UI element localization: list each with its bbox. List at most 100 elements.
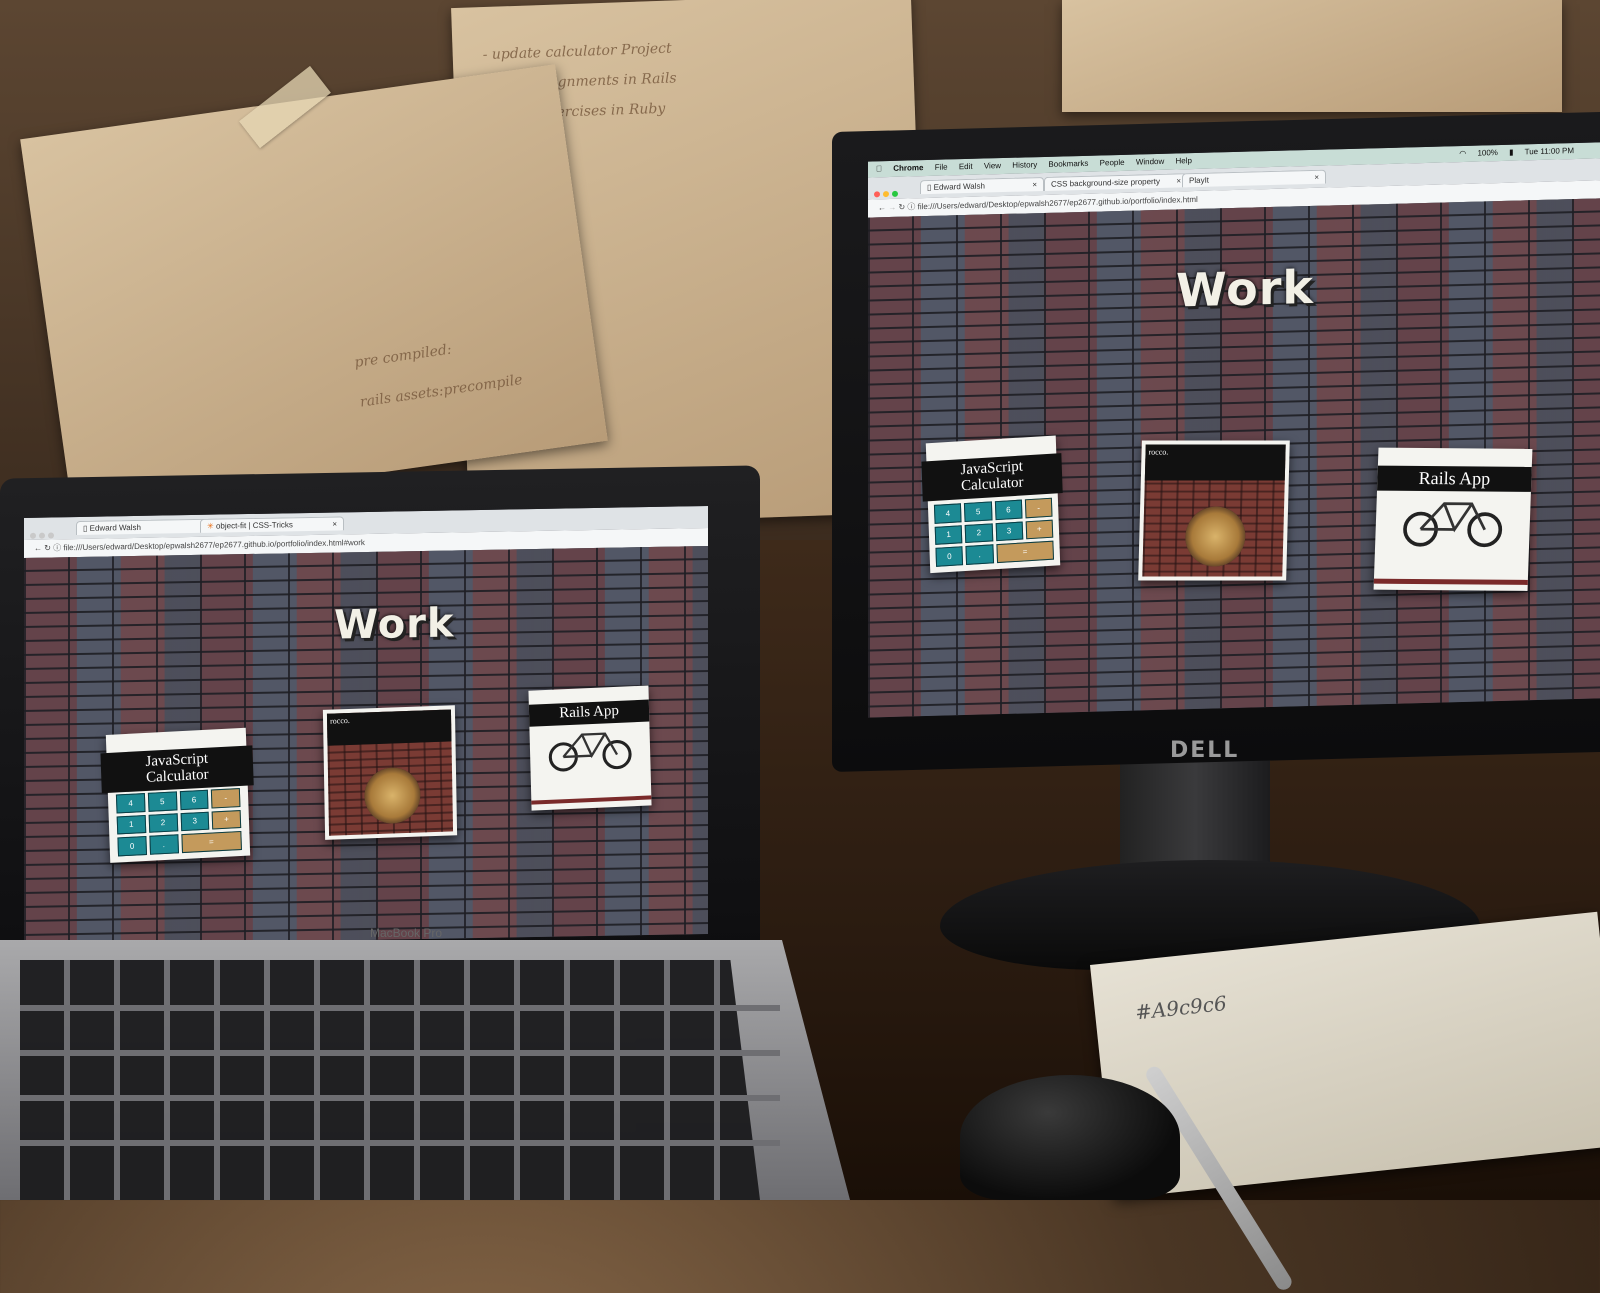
calc-key: 2	[148, 812, 178, 834]
window-zoom-button[interactable]	[48, 532, 54, 539]
calc-key: 2	[964, 523, 993, 544]
menu-bookmarks[interactable]: Bookmarks	[1048, 159, 1088, 169]
calculator-keypad: 4 5 6 - 1 2 3 + 0 . =	[115, 788, 242, 857]
menubar-clock[interactable]: Tue 11:00 PM	[1525, 146, 1574, 156]
window-minimize-button[interactable]	[883, 191, 889, 198]
calc-key: =	[180, 831, 242, 854]
menu-people[interactable]: People	[1100, 158, 1125, 168]
calc-key: 1	[116, 814, 147, 835]
calc-key: .	[965, 544, 994, 565]
calc-key: 1	[934, 524, 963, 546]
battery-icon[interactable]: ▮	[1509, 148, 1513, 157]
rocco-logo: rocco.	[326, 709, 452, 746]
window-close-button[interactable]	[30, 532, 36, 539]
card-title: Rails App	[1377, 465, 1532, 492]
tab-close-icon[interactable]: ×	[1314, 173, 1319, 182]
tab-label: object-fit | CSS-Tricks	[215, 520, 293, 531]
calc-key: 0	[117, 836, 147, 857]
monitor-brand-logo: DELL	[1170, 738, 1240, 763]
menu-app-chrome[interactable]: Chrome	[893, 163, 923, 173]
keyboard-row-gap	[20, 1050, 780, 1056]
bicycle-image	[1403, 502, 1503, 548]
keyboard-row-gap	[20, 1095, 780, 1101]
wall-paper-note-left: pre compiled: rails assets:precompile	[20, 64, 608, 516]
css-tricks-icon: ✳	[207, 521, 214, 531]
laptop-brand-label: MacBook Pro	[370, 926, 443, 940]
tab-object-fit[interactable]: ✳ object-fit | CSS-Tricks ×	[200, 516, 344, 533]
pizza-image	[363, 766, 421, 825]
calc-key: =	[995, 540, 1055, 564]
back-icon[interactable]: ←	[878, 203, 886, 212]
menu-history[interactable]: History	[1012, 160, 1037, 170]
brick-background: Work JavaScript Calculator 4 5 6 - 1 2 3…	[868, 198, 1600, 718]
calc-key: -	[211, 788, 241, 809]
tab-close-icon[interactable]: ×	[1176, 176, 1181, 185]
calc-key: 5	[964, 501, 993, 522]
tab-playit[interactable]: PlayIt ×	[1182, 169, 1326, 188]
brick-background: Work JavaScript Calculator 4 5 6 - 1 2 3…	[24, 546, 708, 946]
rocco-thumbnail: rocco.	[1142, 444, 1286, 577]
wall-note-line: rails assets:precompile	[359, 371, 524, 411]
rails-app-project-card[interactable]: Rails App	[1373, 447, 1533, 591]
menu-window[interactable]: Window	[1136, 157, 1164, 167]
window-minimize-button[interactable]	[39, 532, 45, 539]
reload-icon[interactable]: ↻	[44, 543, 51, 552]
wall-note-line: - update calculator Project	[482, 40, 672, 64]
rails-app-project-card[interactable]: Rails App	[528, 685, 652, 811]
window-close-button[interactable]	[874, 191, 880, 198]
url-text[interactable]: file:///Users/edward/Desktop/epwalsh2677…	[918, 195, 1198, 211]
tab-label: Edward Walsh	[89, 522, 141, 533]
reload-icon[interactable]: ↻	[898, 203, 905, 212]
bicycle-image	[548, 732, 632, 772]
monitor-screen:  Chrome File Edit View History Bookmark…	[868, 142, 1600, 718]
calc-key: 5	[147, 791, 178, 812]
calc-key: -	[1024, 497, 1053, 519]
apple-icon[interactable]: 	[876, 164, 882, 173]
window-zoom-button[interactable]	[892, 190, 898, 197]
keyboard-row-gap	[20, 1005, 780, 1011]
rocco-logo: rocco.	[1144, 444, 1286, 481]
info-icon[interactable]: ⓘ	[907, 202, 915, 211]
keyboard-row-gap	[20, 1140, 780, 1146]
calc-key: 3	[180, 811, 210, 832]
tab-label: Edward Walsh	[933, 181, 985, 192]
rocco-project-card[interactable]: rocco.	[1138, 440, 1290, 581]
tab-label: PlayIt	[1189, 175, 1210, 186]
wall-note-line: pre compiled:	[353, 341, 453, 371]
card-footer-bar	[531, 795, 652, 805]
wall-paper-note-right	[1062, 0, 1562, 112]
menu-view[interactable]: View	[984, 161, 1001, 170]
menu-edit[interactable]: Edit	[959, 162, 973, 171]
calculator-project-card[interactable]: JavaScript Calculator 4 5 6 - 1 2 3 + 0 …	[921, 435, 1063, 574]
info-icon[interactable]: ⓘ	[53, 543, 61, 552]
calc-key: 0	[935, 546, 964, 567]
computer-mouse[interactable]	[960, 1075, 1180, 1200]
work-heading: Work	[1176, 259, 1314, 318]
calc-key: 6	[179, 789, 209, 810]
calculator-project-card[interactable]: JavaScript Calculator 4 5 6 - 1 2 3 + 0 …	[100, 727, 254, 863]
tab-edward-walsh[interactable]: ▯ Edward Walsh ×	[920, 176, 1044, 195]
tab-label: CSS background-size property	[1051, 176, 1160, 189]
notepad-handwriting: #A9c9c6	[1133, 991, 1228, 1025]
menu-file[interactable]: File	[935, 162, 948, 171]
card-footer-bar	[1373, 578, 1528, 585]
pizza-image	[1184, 506, 1247, 567]
battery-percent[interactable]: 100%	[1477, 148, 1497, 158]
tab-css-background-size[interactable]: CSS background-size property ×	[1044, 173, 1188, 191]
tab-close-icon[interactable]: ×	[1032, 180, 1037, 189]
card-title: JavaScript Calculator	[100, 745, 254, 793]
card-title: JavaScript Calculator	[921, 453, 1063, 502]
calc-key: 4	[933, 503, 962, 524]
calc-key: 6	[994, 499, 1023, 520]
rocco-project-card[interactable]: rocco.	[322, 705, 458, 840]
wifi-icon[interactable]: ◠	[1459, 149, 1466, 158]
tab-edward-walsh[interactable]: ▯ Edward Walsh ×	[76, 518, 220, 536]
laptop-keyboard[interactable]	[20, 960, 760, 1200]
calculator-keypad: 4 5 6 - 1 2 3 + 0 . =	[933, 497, 1055, 567]
back-icon[interactable]: ←	[34, 544, 42, 553]
calc-key: +	[211, 809, 242, 830]
tab-close-icon[interactable]: ×	[332, 520, 337, 529]
forward-icon[interactable]: →	[888, 203, 896, 212]
url-text[interactable]: file:///Users/edward/Desktop/epwalsh2677…	[63, 538, 365, 552]
menu-help[interactable]: Help	[1176, 156, 1192, 165]
